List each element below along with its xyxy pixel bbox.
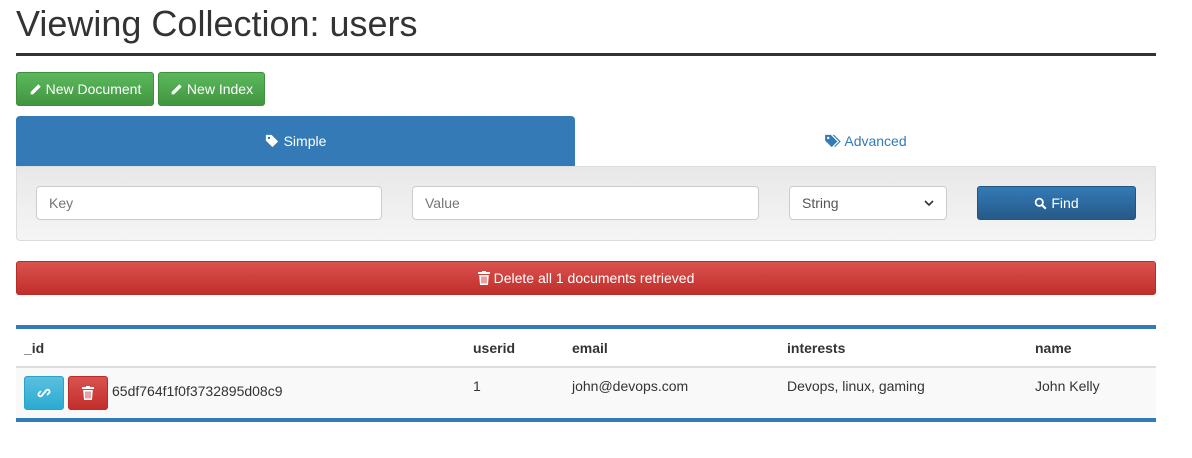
cell-id: 65df764f1f0f3732895d08c9 [112,383,283,399]
column-header-interests: interests [787,340,846,356]
column-header-email: email [572,340,608,356]
column-header-id: _id [24,340,45,356]
delete-all-label: Delete all 1 documents retrieved [493,270,695,286]
view-document-button[interactable] [24,376,64,410]
tags-icon [824,134,842,148]
tab-advanced-label: Advanced [844,133,907,149]
type-select[interactable]: String [789,186,947,220]
pencil-icon [29,83,42,96]
find-button[interactable]: Find [977,186,1136,220]
cell-interests: Devops, linux, gaming [787,378,925,394]
type-select-value: String [802,195,839,211]
search-icon [1034,197,1047,210]
delete-all-button[interactable]: Delete all 1 documents retrieved [16,261,1156,295]
tag-icon [265,134,279,148]
tab-simple-label: Simple [283,133,327,149]
column-header-name: name [1035,340,1072,356]
trash-icon [477,271,490,285]
delete-document-button[interactable] [68,376,108,410]
cell-email: john@devops.com [572,378,689,394]
new-index-label: New Index [186,81,254,97]
cell-name: John Kelly [1035,378,1100,394]
page-title: Viewing Collection: users [16,3,418,44]
chevron-down-icon [924,199,934,207]
new-index-button[interactable]: New Index [158,72,265,106]
cell-userid: 1 [473,378,481,394]
key-input[interactable] [36,186,382,220]
tab-advanced[interactable]: Advanced [575,116,1156,166]
find-label: Find [1051,195,1079,211]
trash-icon [82,386,94,400]
new-document-button[interactable]: New Document [16,72,154,106]
pencil-icon [170,83,183,96]
tab-simple[interactable]: Simple [16,116,575,166]
new-document-label: New Document [45,81,142,97]
link-icon [37,386,51,400]
value-input[interactable] [412,186,759,220]
table-top-border [16,325,1156,329]
title-divider [16,53,1156,56]
column-header-userid: userid [473,340,516,356]
table-bottom-border [16,418,1156,422]
